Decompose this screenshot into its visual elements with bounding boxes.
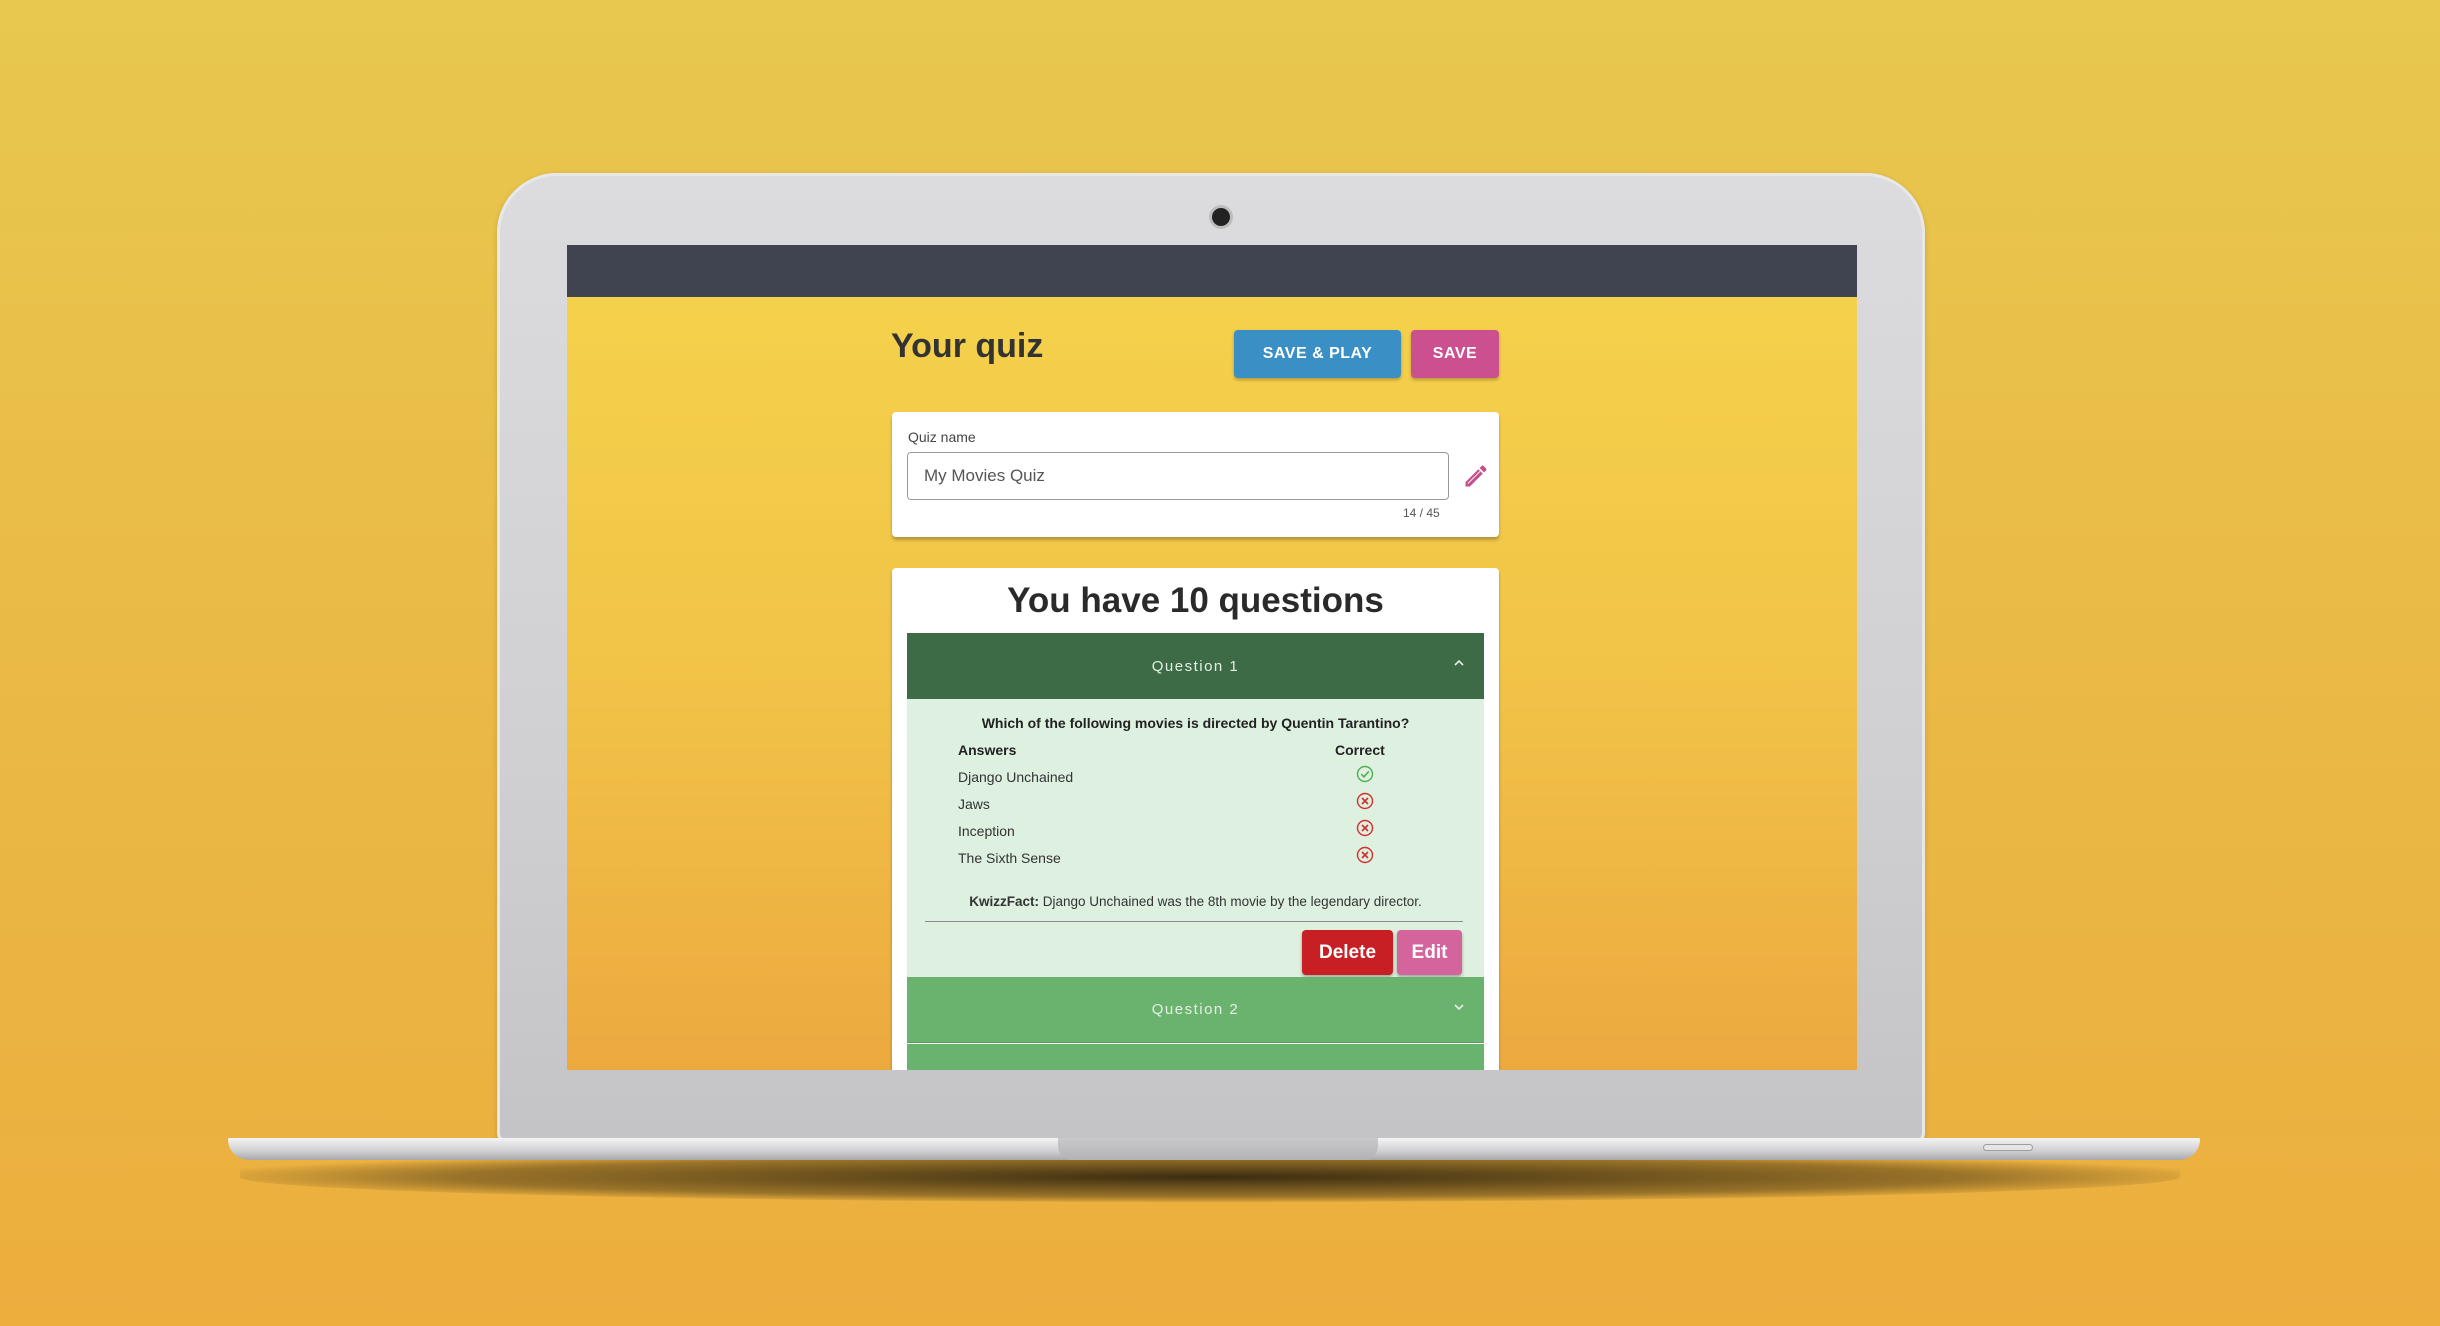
question-1-text: Which of the following movies is directe…	[981, 715, 1410, 731]
app-top-bar	[567, 245, 1857, 297]
webcam	[1212, 208, 1230, 226]
chevron-up-icon	[1454, 659, 1464, 666]
answers-column-header: Answers	[958, 742, 1017, 758]
answer-label: Jaws	[958, 796, 990, 812]
correct-column-header: Correct	[1335, 742, 1385, 758]
questions-card: You have 10 questions Question 1 Which o…	[892, 568, 1499, 1070]
question-1-header[interactable]: Question 1	[907, 633, 1484, 699]
delete-question-button[interactable]: Delete	[1302, 930, 1393, 975]
kwizz-fact-label: KwizzFact:	[969, 894, 1040, 909]
answer-label: Django Unchained	[958, 769, 1074, 785]
answer-row: Django Unchained	[958, 765, 1428, 792]
quiz-name-card: Quiz name 14 / 45	[892, 412, 1499, 537]
next-question-header-partial[interactable]	[907, 1044, 1484, 1070]
question-1-title: Question 1	[1151, 657, 1240, 675]
pencil-icon[interactable]	[1462, 462, 1490, 490]
kwizz-fact: KwizzFact: Django Unchained was the 8th …	[907, 894, 1484, 909]
answer-label: The Sixth Sense	[958, 850, 1061, 866]
question-2-header[interactable]: Question 2	[907, 977, 1484, 1043]
save-and-play-button[interactable]: SAVE & PLAY	[1234, 330, 1401, 378]
answer-row: Inception	[958, 819, 1428, 846]
correct-check-icon	[1356, 765, 1374, 783]
kwizz-fact-text: Django Unchained was the 8th movie by th…	[1039, 894, 1422, 909]
edit-question-button[interactable]: Edit	[1397, 930, 1462, 975]
save-button[interactable]: SAVE	[1411, 330, 1499, 378]
question-count-heading: You have 10 questions	[1007, 581, 1384, 620]
answer-row: The Sixth Sense	[958, 846, 1428, 873]
chevron-down-icon	[1454, 1004, 1464, 1011]
laptop-hinge-notch	[1058, 1138, 1378, 1160]
incorrect-x-icon	[1356, 819, 1374, 837]
laptop-screen: Your quiz SAVE & PLAY SAVE Quiz name 14 …	[567, 245, 1857, 1070]
incorrect-x-icon	[1356, 846, 1374, 864]
character-counter: 14 / 45	[1403, 506, 1440, 520]
incorrect-x-icon	[1356, 792, 1374, 810]
question-2-title: Question 2	[1151, 1001, 1240, 1018]
quiz-name-label: Quiz name	[908, 429, 976, 445]
question-1-body: Which of the following movies is directe…	[907, 699, 1484, 977]
answer-label: Inception	[958, 823, 1015, 839]
page-title: Your quiz	[891, 327, 1044, 365]
divider	[925, 921, 1463, 922]
answer-row: Jaws	[958, 792, 1428, 819]
laptop-status-light	[1983, 1144, 2033, 1151]
quiz-name-input[interactable]	[907, 452, 1449, 500]
